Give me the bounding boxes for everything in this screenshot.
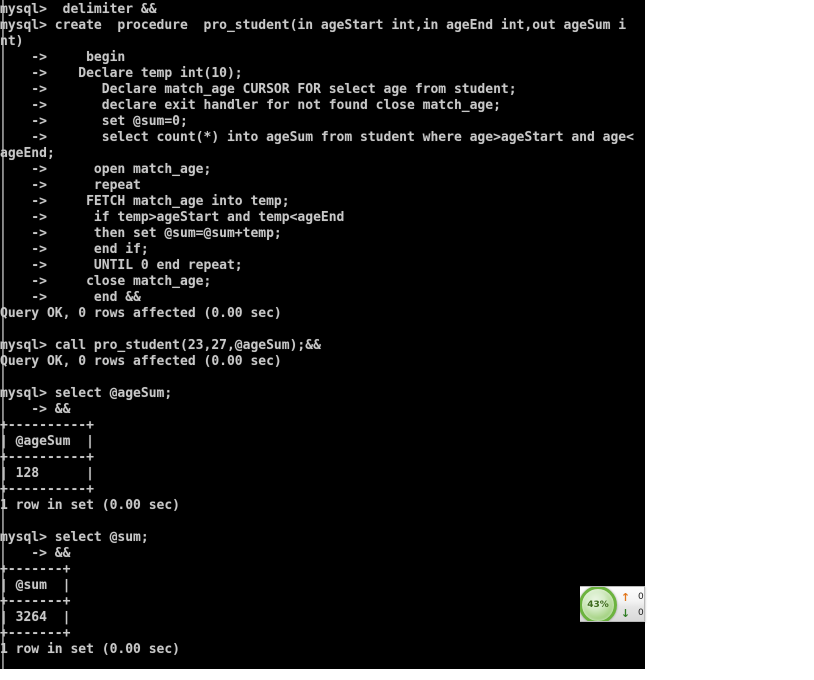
upload-rate-value: 0 — [638, 591, 644, 602]
download-arrow-icon: ↓ — [620, 606, 631, 620]
upload-arrow-icon: ↑ — [620, 590, 631, 604]
download-rate-value: 0 — [638, 607, 644, 618]
console-output-text: mysql> delimiter && mysql> create proced… — [0, 2, 634, 657]
mysql-console-window[interactable]: mysql> delimiter && mysql> create proced… — [0, 0, 645, 669]
network-rates-group: ↑ 0 ↓ 0 — [620, 589, 644, 621]
cpu-usage-percent-label: 43% — [587, 599, 609, 610]
system-monitor-widget[interactable]: 43% ↑ 0 ↓ 0 — [580, 586, 645, 622]
download-rate-row: ↓ 0 — [620, 605, 644, 621]
upload-rate-row: ↑ 0 — [620, 589, 644, 605]
cpu-usage-gauge-icon[interactable]: 43% — [580, 587, 617, 621]
